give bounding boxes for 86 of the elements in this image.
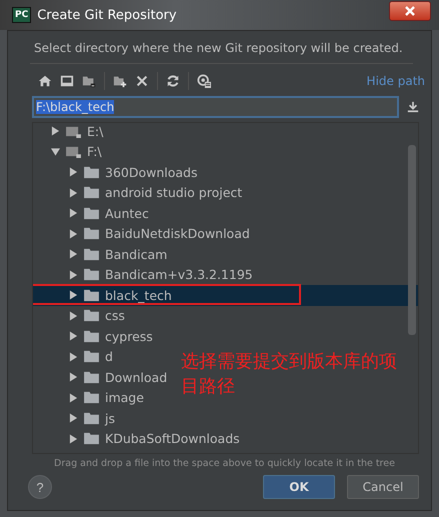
tree-item[interactable]: Bandicam (33, 244, 168, 264)
folder-icon (84, 350, 99, 364)
folder-name: BaiduNetdiskDownload (105, 226, 250, 242)
refresh-icon[interactable] (166, 74, 180, 88)
folder-name: d (105, 349, 113, 364)
collapsed-arrow-icon[interactable] (69, 310, 78, 321)
hide-path-link[interactable]: Hide path (366, 74, 425, 88)
collapsed-arrow-icon[interactable] (69, 434, 78, 444)
folder-name: F:\ (87, 144, 102, 160)
collapsed-arrow-icon[interactable] (69, 188, 78, 198)
ok-button[interactable]: OK (263, 475, 335, 499)
collapsed-arrow-icon[interactable] (69, 208, 78, 218)
folder-name: Auntec (105, 206, 149, 221)
tree-item[interactable]: Auntec (33, 203, 149, 224)
download-icon[interactable] (407, 101, 419, 113)
folder-icon (84, 186, 99, 200)
tree-item[interactable]: js (33, 408, 115, 428)
tree-item[interactable]: Bandicam+v3.3.2.1195 (33, 264, 253, 285)
collapsed-arrow-icon[interactable] (69, 331, 78, 342)
collapsed-arrow-icon[interactable] (69, 392, 78, 403)
folder-icon (84, 288, 99, 302)
folder-name: E:\ (87, 124, 104, 139)
drive-icon (66, 124, 81, 138)
description-text: Select directory where the new Git repository will be created. (33, 40, 404, 57)
folder-name: js (105, 410, 115, 426)
collapsed-arrow-icon[interactable] (69, 270, 78, 280)
app-badge: PC (12, 7, 32, 23)
hint-text: Drag and drop a file into the space above to quickly locate it in the tree (53, 457, 396, 471)
folder-name: css (105, 308, 125, 324)
collapsed-arrow-icon[interactable] (51, 126, 60, 136)
eye-list-icon[interactable] (197, 74, 211, 88)
window-title: Create Git Repository (37, 8, 177, 22)
collapsed-arrow-icon[interactable] (69, 228, 78, 239)
expanded-arrow-icon[interactable] (51, 146, 60, 157)
folder-name: black_tech (105, 288, 172, 303)
collapsed-arrow-icon[interactable] (69, 249, 78, 260)
folder-icon (84, 166, 99, 179)
close-button[interactable] (389, 1, 431, 21)
folder-name: KDubaSoftDownloads (105, 431, 240, 446)
tree-item[interactable]: KDubaSoftDownloads (33, 428, 240, 449)
tree-item[interactable]: android studio project (33, 182, 242, 203)
scrollbar-thumb[interactable] (408, 145, 416, 335)
cancel-button[interactable]: Cancel (347, 475, 419, 499)
folder-name: 360Downloads (105, 164, 198, 180)
folder-icon (84, 370, 99, 384)
collapsed-arrow-icon[interactable] (69, 167, 78, 178)
folder-icon (84, 412, 99, 425)
path-text: F:\black_tech (36, 100, 114, 114)
desktop-icon[interactable] (60, 74, 74, 88)
folder-name: Bandicam+v3.3.2.1195 (105, 267, 253, 282)
tree-item[interactable]: black_tech (33, 285, 418, 306)
folder-name: image (105, 390, 144, 406)
home-icon[interactable] (38, 74, 52, 88)
path-field[interactable]: F:\black_tech (32, 96, 399, 118)
folder-name: android studio project (105, 185, 242, 200)
folder-icon (84, 268, 99, 282)
folder-icon (84, 248, 99, 261)
folder-name: Bandicam (105, 246, 168, 262)
tree-item[interactable]: image (33, 388, 144, 408)
close-icon (404, 6, 416, 16)
folder-icon (84, 227, 99, 240)
help-button[interactable]: ? (28, 475, 52, 499)
folder-icon[interactable] (82, 74, 96, 88)
delete-icon[interactable] (135, 74, 149, 88)
tree-item[interactable]: d (33, 346, 113, 367)
collapsed-arrow-icon[interactable] (69, 372, 78, 382)
tree-item[interactable]: BaiduNetdiskDownload (33, 224, 250, 244)
folder-icon (84, 391, 99, 404)
folder-name: Download (105, 370, 168, 385)
folder-icon (84, 432, 99, 446)
tree-item[interactable]: E:\ (33, 123, 104, 142)
folder-icon (84, 309, 99, 322)
tree-item[interactable]: F:\ (33, 142, 102, 162)
folder-icon (84, 330, 99, 343)
collapsed-arrow-icon[interactable] (69, 413, 78, 424)
drive-icon (66, 145, 81, 158)
folder-name: cypress (105, 328, 153, 344)
tree-item[interactable]: Download (33, 367, 168, 388)
collapsed-arrow-icon[interactable] (69, 352, 78, 362)
tree-item[interactable]: cypress (33, 326, 153, 346)
annotation-text: 选择需要提交到版本库的项目路径 (181, 350, 398, 399)
folder-icon (84, 206, 99, 220)
collapsed-arrow-icon[interactable] (69, 290, 78, 300)
new-folder-icon[interactable] (113, 74, 127, 88)
tree-item[interactable]: css (33, 306, 125, 326)
tree-item[interactable]: 360Downloads (33, 162, 198, 182)
